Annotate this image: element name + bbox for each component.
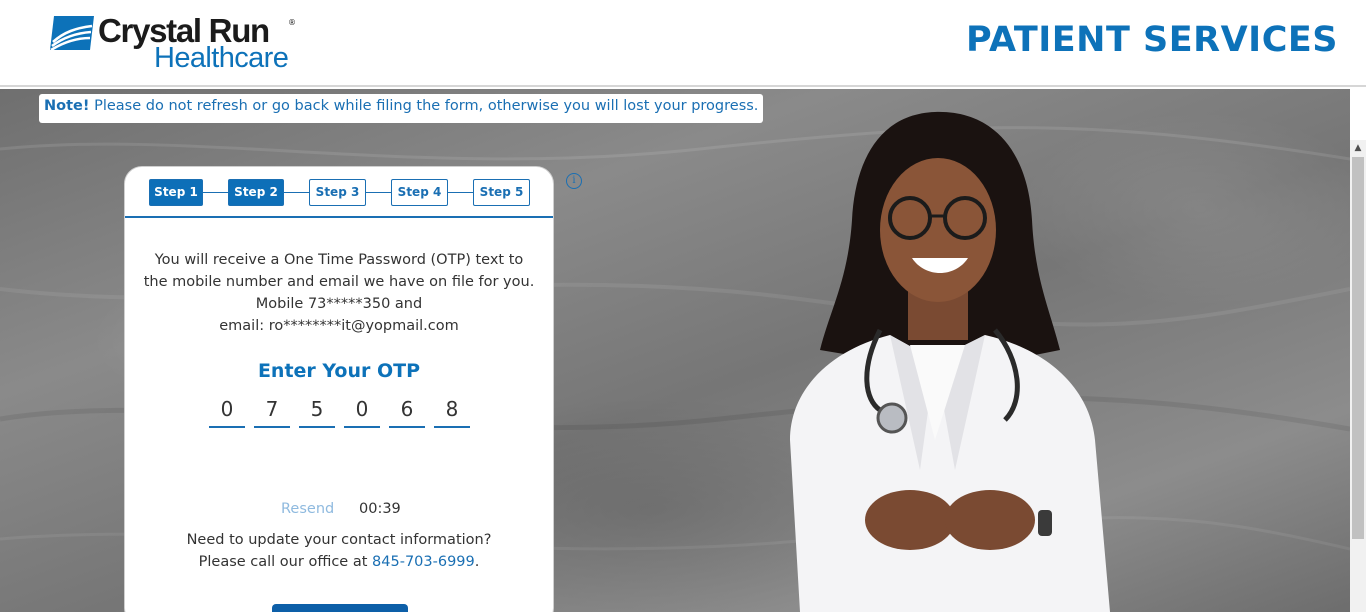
- office-phone-link[interactable]: 845-703-6999: [372, 554, 475, 570]
- otp-digit-input-3[interactable]: 5: [299, 393, 335, 428]
- step-progress: Step 1 Step 2 Step 3 Step 4 Step 5: [125, 167, 553, 218]
- contact-update-line1: Need to update your contact information?: [186, 532, 492, 548]
- otp-instructions-line1: You will receive a One Time Password (OT…: [154, 252, 524, 268]
- info-icon[interactable]: i: [566, 173, 582, 189]
- scrollbar-thumb[interactable]: [1352, 157, 1364, 539]
- contact-update-info: Need to update your contact information?…: [125, 529, 553, 573]
- resend-link[interactable]: Resend: [281, 501, 334, 517]
- page-scrollbar[interactable]: ▲: [1350, 140, 1366, 612]
- otp-digit-input-1[interactable]: 0: [209, 393, 245, 428]
- contact-update-prefix: Please call our office at: [198, 554, 373, 570]
- logo-mark-icon: [50, 16, 94, 50]
- step-4[interactable]: Step 4: [391, 179, 448, 206]
- note-label: Note!: [44, 98, 90, 114]
- otp-digit-input-6[interactable]: 8: [434, 393, 470, 428]
- otp-digit-input-5[interactable]: 6: [389, 393, 425, 428]
- step-1[interactable]: Step 1: [149, 179, 203, 206]
- otp-instructions-email: email: ro********it@yopmail.com: [219, 318, 459, 334]
- otp-digit-input-4[interactable]: 0: [344, 393, 380, 428]
- page-header: Crystal Run ® Healthcare PATIENT SERVICE…: [0, 0, 1366, 87]
- otp-instructions: You will receive a One Time Password (OT…: [125, 249, 553, 337]
- otp-instructions-mobile: Mobile 73*****350 and: [255, 296, 423, 312]
- contact-update-line2: Please call our office at 845-703-6999.: [125, 551, 553, 573]
- page-title: PATIENT SERVICES: [966, 20, 1338, 60]
- step-2[interactable]: Step 2: [228, 179, 284, 206]
- otp-title: Enter Your OTP: [257, 360, 421, 382]
- resend-timer: 00:39: [359, 501, 401, 517]
- contact-update-suffix: .: [474, 554, 480, 570]
- doctor-photo: [790, 111, 1110, 612]
- logo-text-healthcare: Healthcare: [154, 42, 289, 74]
- warning-note: Note! Please do not refresh or go back w…: [39, 94, 764, 123]
- note-text: Please do not refresh or go back while f…: [89, 98, 759, 114]
- otp-form-card: Step 1 Step 2 Step 3 Step 4 Step 5 You w…: [124, 166, 554, 612]
- step-5[interactable]: Step 5: [473, 179, 530, 206]
- otp-instructions-line2: the mobile number and email we have on f…: [143, 274, 535, 290]
- logo-registered-mark: ®: [288, 18, 296, 27]
- otp-digit-input-2[interactable]: 7: [254, 393, 290, 428]
- crystal-run-logo[interactable]: Crystal Run ® Healthcare: [50, 12, 310, 74]
- scroll-up-icon[interactable]: ▲: [1350, 140, 1366, 156]
- submit-otp-button[interactable]: [272, 604, 408, 612]
- step-3[interactable]: Step 3: [309, 179, 366, 206]
